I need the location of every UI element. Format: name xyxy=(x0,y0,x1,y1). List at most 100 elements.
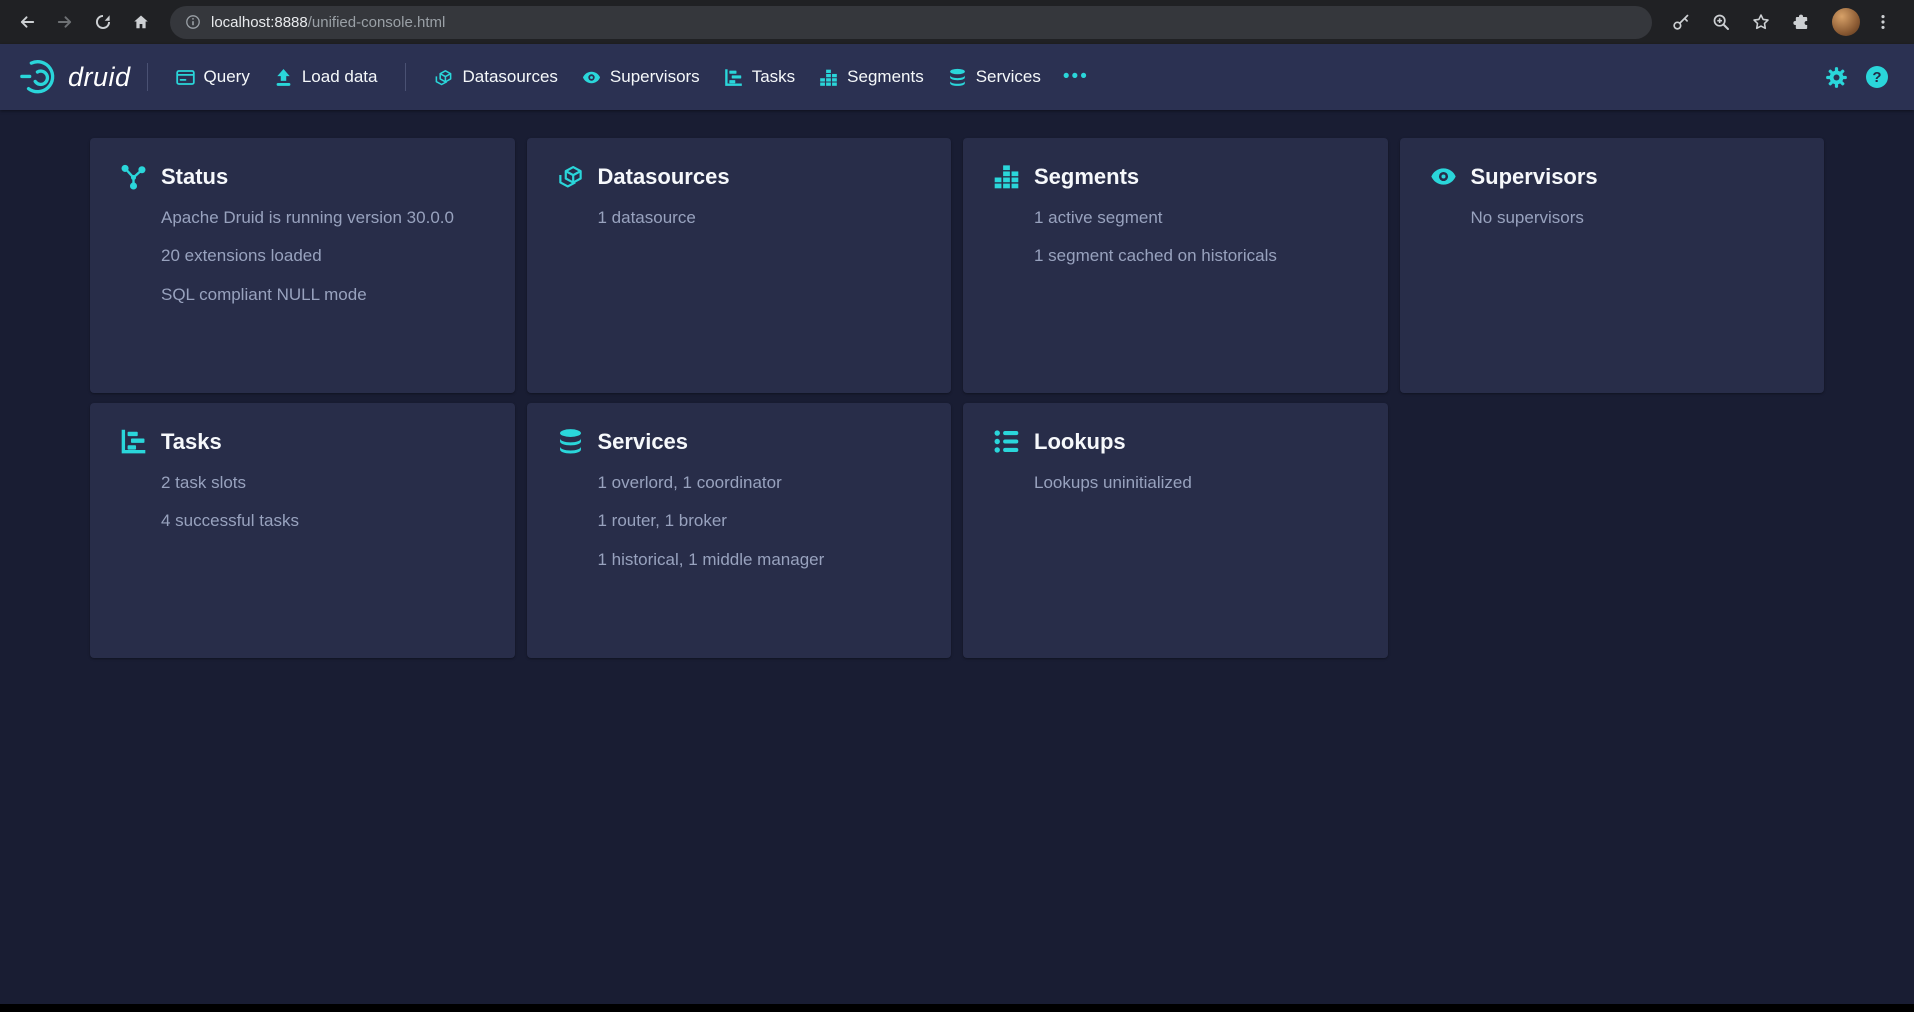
home-card-grid: Status Apache Druid is running version 3… xyxy=(0,110,1914,686)
forward-arrow-icon xyxy=(56,13,74,31)
card-header: Datasources xyxy=(557,163,922,190)
browser-actions xyxy=(1664,5,1904,39)
nav-item-tasks[interactable]: Tasks xyxy=(712,58,807,96)
gear-icon xyxy=(1825,66,1848,89)
site-info-icon[interactable] xyxy=(185,14,201,30)
home-icon xyxy=(132,13,150,31)
card-title: Segments xyxy=(1034,164,1139,190)
database-icon xyxy=(557,428,584,455)
navbar-right-actions: ? xyxy=(1825,66,1888,89)
services-card[interactable]: Services 1 overlord, 1 coordinator 1 rou… xyxy=(527,403,952,658)
multi-cube-icon xyxy=(557,163,584,190)
card-header: Status xyxy=(120,163,485,190)
application-icon xyxy=(176,68,195,87)
card-line: No supervisors xyxy=(1471,207,1795,228)
nav-item-label: Query xyxy=(204,67,250,87)
multi-cube-icon xyxy=(434,68,453,87)
card-title: Tasks xyxy=(161,429,222,455)
card-header: Lookups xyxy=(993,428,1358,455)
card-line: Apache Druid is running version 30.0.0 xyxy=(161,207,485,228)
navbar-divider xyxy=(405,63,406,91)
back-button[interactable] xyxy=(10,5,44,39)
url-text: localhost:8888/unified-console.html xyxy=(211,14,445,31)
card-line: 1 overlord, 1 coordinator xyxy=(598,472,922,493)
help-button[interactable]: ? xyxy=(1866,66,1888,88)
card-header: Segments xyxy=(993,163,1358,190)
browser-menu-button[interactable] xyxy=(1866,5,1900,39)
zoom-in-icon xyxy=(1712,13,1730,31)
puzzle-icon xyxy=(1792,13,1810,31)
forward-button[interactable] xyxy=(48,5,82,39)
stacked-bars-icon xyxy=(819,68,838,87)
bottom-edge xyxy=(0,1004,1914,1012)
card-line: 1 router, 1 broker xyxy=(598,510,922,531)
star-icon xyxy=(1752,13,1770,31)
more-dots-icon: ••• xyxy=(1063,66,1089,87)
tasks-card[interactable]: Tasks 2 task slots 4 successful tasks xyxy=(90,403,515,658)
card-line: SQL compliant NULL mode xyxy=(161,284,485,305)
nav-item-label: Tasks xyxy=(752,67,795,87)
nav-item-label: Supervisors xyxy=(610,67,700,87)
reload-icon xyxy=(94,13,112,31)
profile-avatar[interactable] xyxy=(1832,8,1860,36)
stacked-bars-icon xyxy=(993,163,1020,190)
bookmark-button[interactable] xyxy=(1744,5,1778,39)
url-host: localhost:8888 xyxy=(211,14,308,31)
card-header: Supervisors xyxy=(1430,163,1795,190)
url-path: /unified-console.html xyxy=(308,14,446,31)
app-navbar: druid Query Load data xyxy=(0,44,1914,110)
browser-toolbar: localhost:8888/unified-console.html xyxy=(0,0,1914,44)
settings-button[interactable] xyxy=(1825,66,1848,89)
key-icon xyxy=(1672,13,1690,31)
brand-name: druid xyxy=(68,62,131,93)
datasources-card[interactable]: Datasources 1 datasource xyxy=(527,138,952,393)
supervisors-card[interactable]: Supervisors No supervisors xyxy=(1400,138,1825,393)
nav-item-datasources[interactable]: Datasources xyxy=(422,58,569,96)
card-line: 4 successful tasks xyxy=(161,510,485,531)
card-title: Lookups xyxy=(1034,429,1126,455)
help-icon: ? xyxy=(1872,69,1881,86)
card-line: 20 extensions loaded xyxy=(161,245,485,266)
segments-card[interactable]: Segments 1 active segment 1 segment cach… xyxy=(963,138,1388,393)
status-card[interactable]: Status Apache Druid is running version 3… xyxy=(90,138,515,393)
card-title: Services xyxy=(598,429,689,455)
kebab-menu-icon xyxy=(1874,13,1892,31)
zoom-button[interactable] xyxy=(1704,5,1738,39)
nav-item-label: Services xyxy=(976,67,1041,87)
reload-button[interactable] xyxy=(86,5,120,39)
card-line: 1 datasource xyxy=(598,207,922,228)
card-header: Services xyxy=(557,428,922,455)
card-header: Tasks xyxy=(120,428,485,455)
card-line: Lookups uninitialized xyxy=(1034,472,1358,493)
password-manager-button[interactable] xyxy=(1664,5,1698,39)
nav-item-load-data[interactable]: Load data xyxy=(262,58,390,96)
card-line: 2 task slots xyxy=(161,472,485,493)
gantt-icon xyxy=(120,428,147,455)
card-line: 1 segment cached on historicals xyxy=(1034,245,1358,266)
card-line: 1 historical, 1 middle manager xyxy=(598,549,922,570)
navbar-divider xyxy=(147,63,148,91)
nav-more-button[interactable]: ••• xyxy=(1053,60,1099,94)
druid-spiral-icon xyxy=(18,57,58,97)
nav-item-label: Load data xyxy=(302,67,378,87)
home-button[interactable] xyxy=(124,5,158,39)
card-title: Datasources xyxy=(598,164,730,190)
back-arrow-icon xyxy=(18,13,36,31)
eye-icon xyxy=(1430,163,1457,190)
lookups-card[interactable]: Lookups Lookups uninitialized xyxy=(963,403,1388,658)
url-bar[interactable]: localhost:8888/unified-console.html xyxy=(170,6,1652,39)
gantt-icon xyxy=(724,68,743,87)
eye-icon xyxy=(582,68,601,87)
druid-logo[interactable]: druid xyxy=(18,57,131,97)
nav-item-query[interactable]: Query xyxy=(164,58,262,96)
card-line: 1 active segment xyxy=(1034,207,1358,228)
graph-icon xyxy=(120,163,147,190)
extensions-button[interactable] xyxy=(1784,5,1818,39)
screen: localhost:8888/unified-console.html xyxy=(0,0,1914,1012)
nav-item-segments[interactable]: Segments xyxy=(807,58,936,96)
card-title: Supervisors xyxy=(1471,164,1598,190)
upload-icon xyxy=(274,68,293,87)
nav-item-services[interactable]: Services xyxy=(936,58,1053,96)
database-icon xyxy=(948,68,967,87)
nav-item-supervisors[interactable]: Supervisors xyxy=(570,58,712,96)
